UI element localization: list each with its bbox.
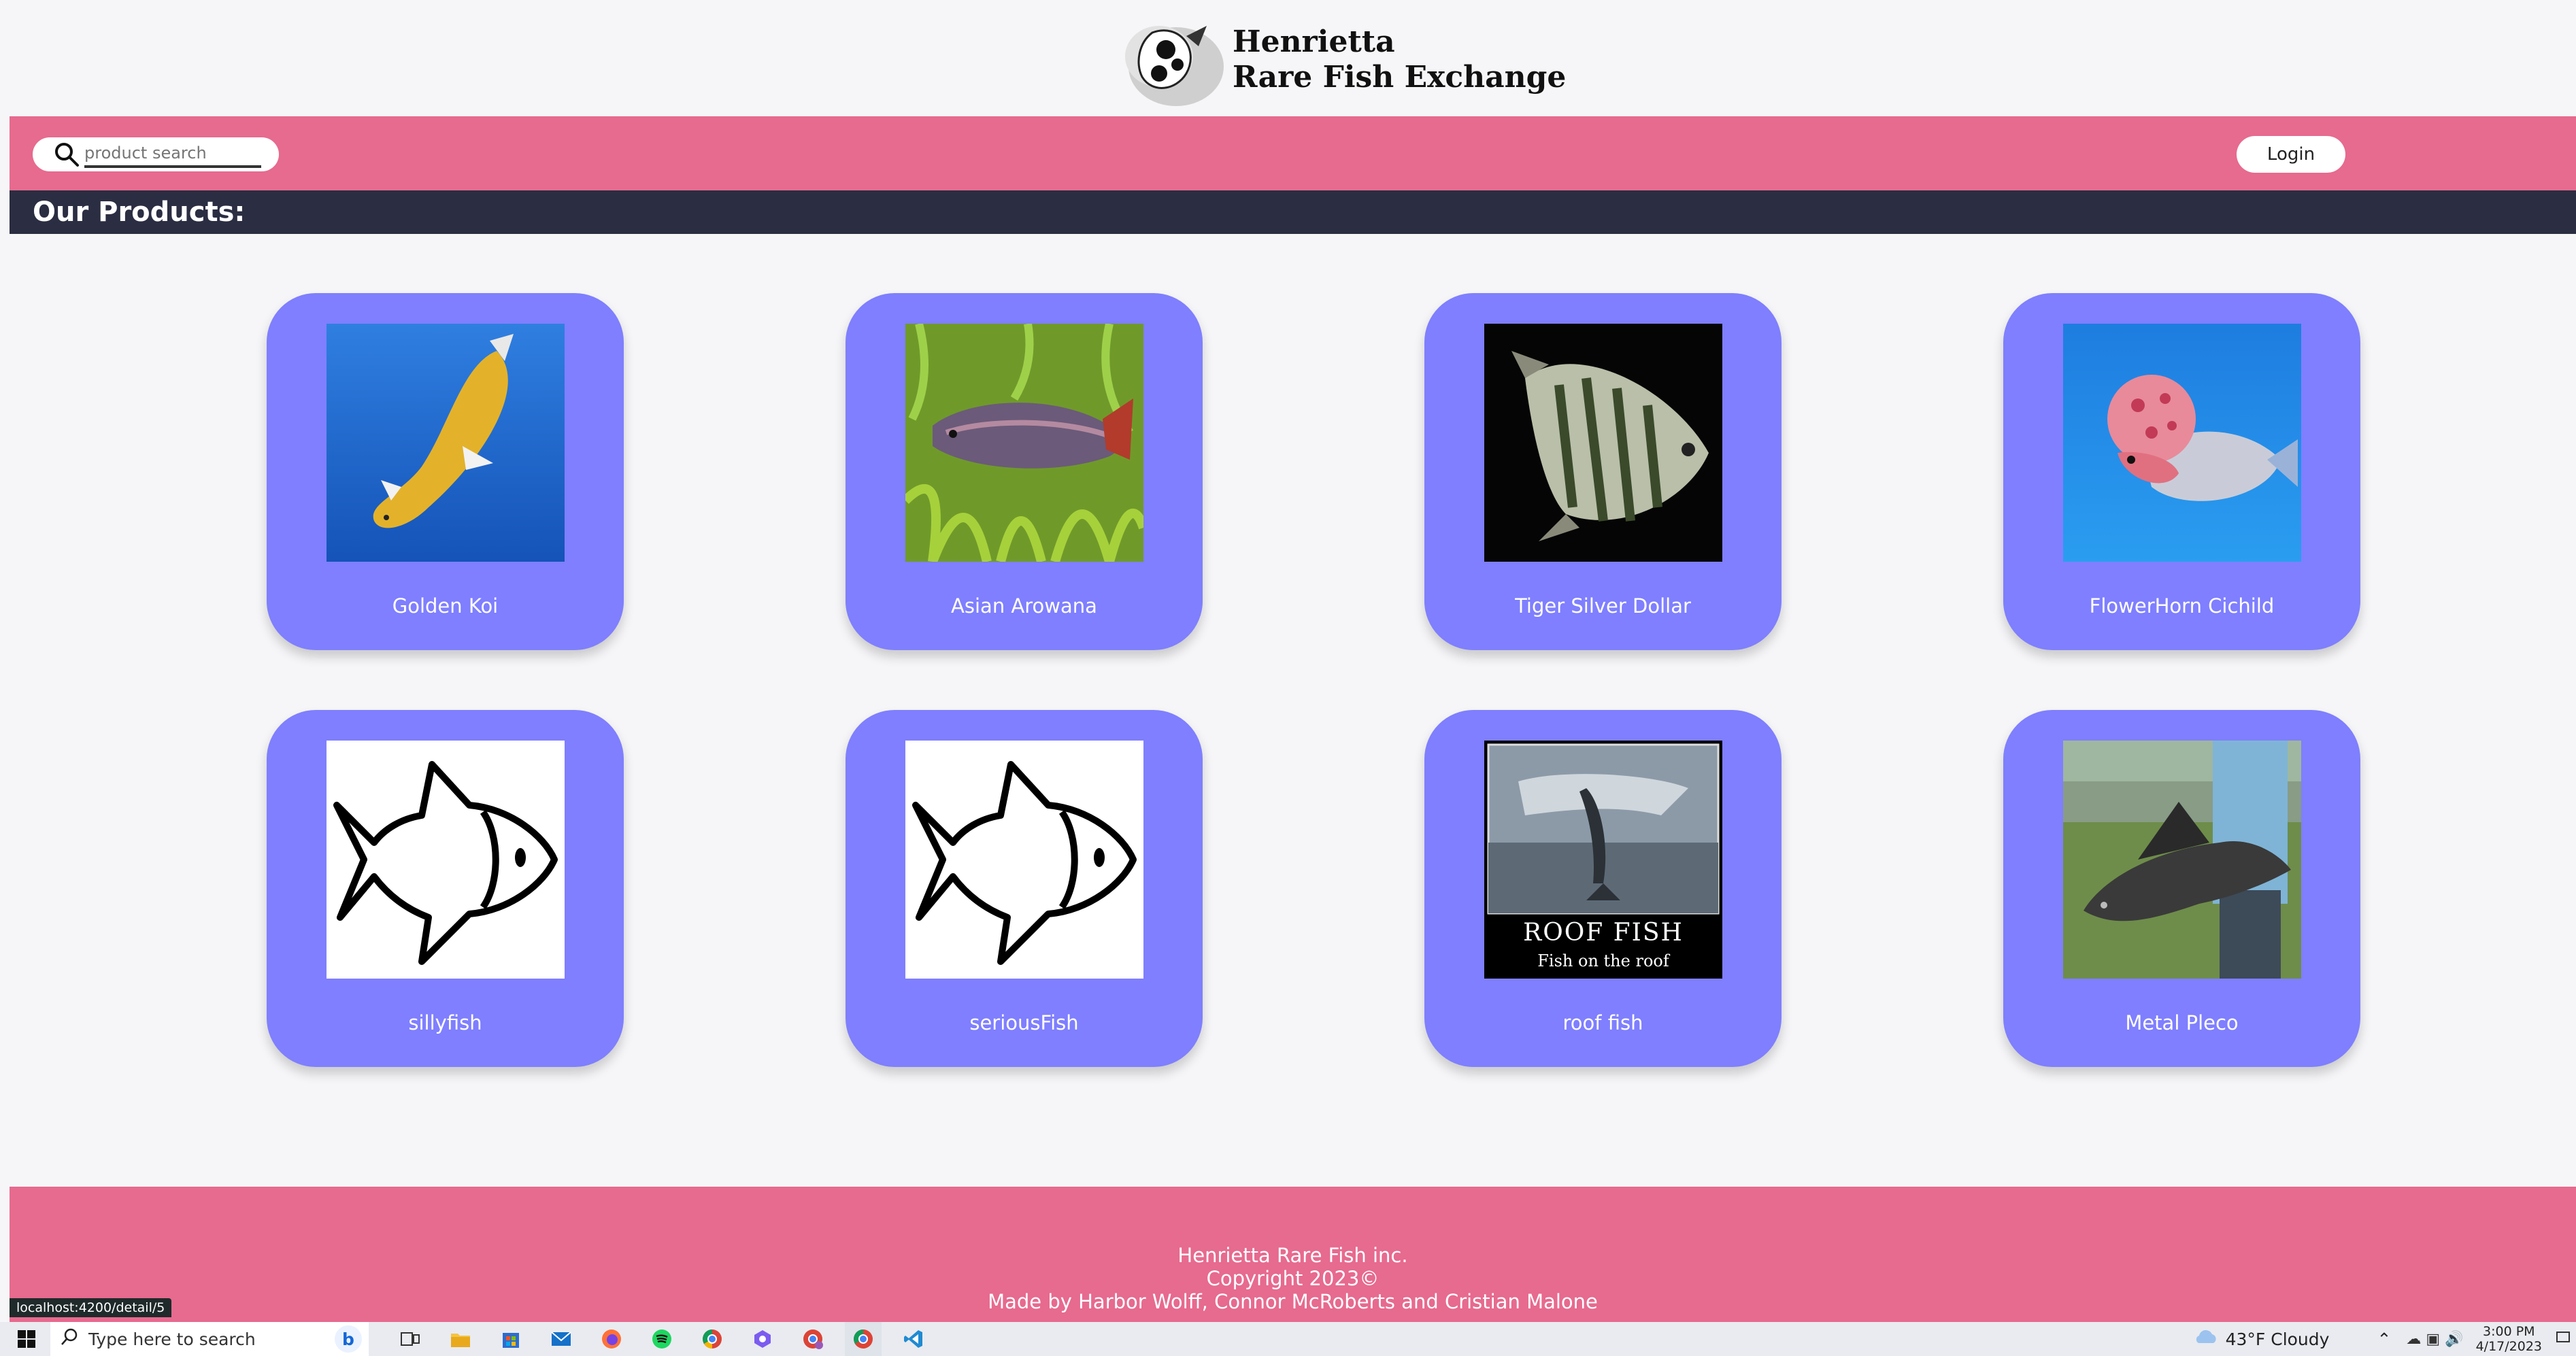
product-card-roof-fish[interactable]: ROOF FISH Fish on the roof roof fish [1424,710,1782,1067]
golden-koi-image [327,324,565,562]
flowerhorn-cichild-image [2063,324,2301,562]
clock[interactable]: 3:00 PM 4/17/2023 [2476,1324,2542,1354]
firefox-icon[interactable] [593,1322,630,1356]
product-card-asian-arowana[interactable]: Asian Arowana [846,293,1203,650]
product-search-input[interactable] [84,141,261,168]
chrome-profile-icon[interactable] [794,1322,831,1356]
file-explorer-icon[interactable] [442,1322,479,1356]
logo-line-2: Rare Fish Exchange [1233,60,1567,95]
footer-copyright: Copyright 2023© [1206,1267,1379,1290]
tiger-silver-dollar-image [1484,324,1722,562]
system-tray: 43°F Cloudy ⌃ ☁ ▣ 🔊 3:00 PM 4/17/2023 [2192,1322,2576,1356]
weather-text[interactable]: 43°F Cloudy [2226,1329,2330,1349]
product-name: FlowerHorn Cichild [2089,594,2275,617]
chrome-icon[interactable] [694,1322,731,1356]
product-card-tiger-silver-dollar[interactable]: Tiger Silver Dollar [1424,293,1782,650]
spotify-icon[interactable] [643,1322,680,1356]
windows-start-button[interactable] [10,1322,44,1356]
product-card-sillyfish[interactable]: sillyfish [267,710,624,1067]
product-card-flowerhorn-cichild[interactable]: FlowerHorn Cichild [2003,293,2360,650]
clock-time: 3:00 PM [2483,1324,2535,1339]
footer-company: Henrietta Rare Fish inc. [1177,1244,1408,1267]
product-card-seriousfish[interactable]: seriousFish [846,710,1203,1067]
taskbar-search-text: Type here to search [88,1329,256,1349]
search-icon [60,1327,79,1351]
app-window: Henrietta Rare Fish Exchange Login Our P… [10,0,2576,1322]
product-grid: Golden Koi Asian Arowana Tiger Silver Do… [267,293,2373,1067]
product-name: Metal Pleco [2125,1011,2239,1034]
metal-pleco-image [2063,741,2301,979]
fish-outline-icon [327,741,565,979]
roof-fish-poster-image: ROOF FISH Fish on the roof [1484,741,1722,979]
product-name: Golden Koi [392,594,499,617]
windows-taskbar: Type here to search b 43°F Cloudy ⌃ ☁ ▣ … [0,1322,2576,1356]
search-icon [52,139,82,169]
bing-icon[interactable]: b [335,1325,362,1353]
cloud-weather-icon[interactable] [2192,1328,2219,1350]
poster-title: ROOF FISH [1523,919,1684,947]
footer-credits: Made by Harbor Wolff, Connor McRoberts a… [988,1290,1598,1313]
chevron-up-icon[interactable]: ⌃ [2377,1329,2391,1349]
clock-date: 4/17/2023 [2475,1339,2542,1354]
task-view-icon[interactable] [392,1322,429,1356]
taskbar-search-box[interactable]: Type here to search b [50,1322,369,1356]
top-nav-bar: Login [10,116,2576,190]
product-name: roof fish [1562,1011,1643,1034]
product-name: seriousFish [969,1011,1079,1034]
tray-icons[interactable]: ☁ ▣ 🔊 [2406,1331,2463,1348]
site-footer: Henrietta Rare Fish inc. Copyright 2023©… [10,1187,2576,1322]
logo-line-1: Henrietta [1233,24,1395,59]
product-name: Tiger Silver Dollar [1515,594,1691,617]
app-icon[interactable] [744,1322,781,1356]
products-heading-band: Our Products: [10,190,2576,234]
site-logo[interactable]: Henrietta Rare Fish Exchange [1111,5,1566,114]
product-card-golden-koi[interactable]: Golden Koi [267,293,624,650]
asian-arowana-image [905,324,1143,562]
product-card-metal-pleco[interactable]: Metal Pleco [2003,710,2360,1067]
search-box [33,137,279,171]
product-name: sillyfish [408,1011,482,1034]
poster-caption: Fish on the roof [1537,951,1669,970]
page-title: Our Products: [33,197,246,228]
login-button[interactable]: Login [2237,136,2345,173]
mail-icon[interactable] [543,1322,580,1356]
product-name: Asian Arowana [951,594,1097,617]
vscode-icon[interactable] [895,1322,932,1356]
status-bar-url: localhost:4200/detail/5 [10,1298,172,1317]
chrome-active-icon[interactable] [845,1322,882,1356]
microsoft-store-icon[interactable] [492,1322,529,1356]
logo-text: Henrietta Rare Fish Exchange [1233,24,1566,95]
notification-icon[interactable] [2556,1329,2571,1349]
koi-logo-icon [1111,9,1227,111]
fish-outline-icon [905,741,1143,979]
